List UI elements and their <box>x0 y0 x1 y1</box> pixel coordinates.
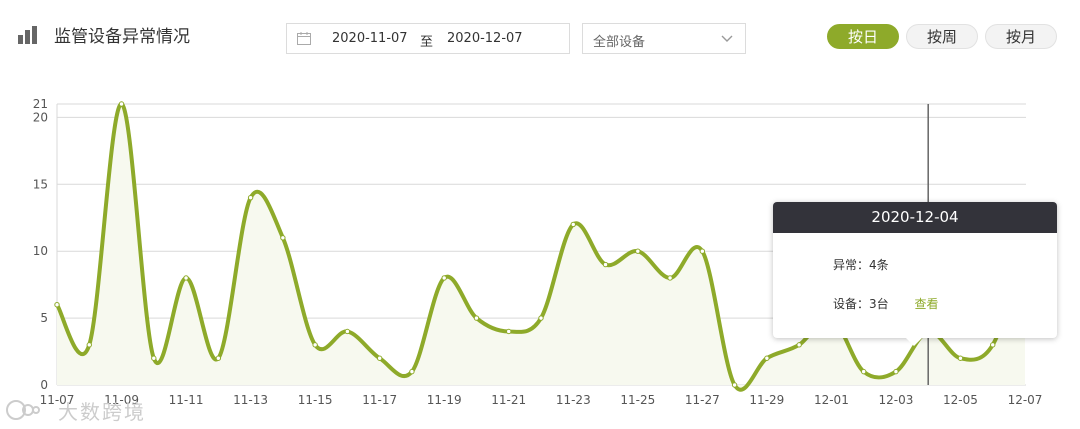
x-tick-label: 12-03 <box>878 393 913 407</box>
data-point <box>441 275 447 281</box>
x-tick-label: 12-05 <box>943 393 978 407</box>
data-point <box>247 194 254 201</box>
x-tick-label: 11-17 <box>362 393 397 407</box>
tooltip-device-row: 设备：3台 查看 <box>833 295 939 312</box>
data-point <box>860 368 867 375</box>
data-point <box>215 355 222 361</box>
x-tick-label: 11-21 <box>491 393 526 407</box>
data-point <box>344 328 351 335</box>
data-point <box>764 355 770 361</box>
tooltip-anomaly-row: 异常：4条 <box>833 256 889 273</box>
tooltip-anomaly-value: 4条 <box>869 258 889 272</box>
data-point <box>151 355 157 361</box>
x-tick-label: 11-29 <box>749 393 784 407</box>
data-point <box>118 101 125 107</box>
data-point <box>893 368 899 375</box>
data-point <box>86 342 92 348</box>
data-point <box>409 368 415 375</box>
x-tick-label: 11-19 <box>427 393 462 407</box>
watermark: 大数跨境 <box>6 396 146 424</box>
x-tick-label: 11-27 <box>685 393 720 407</box>
tooltip-device-label: 设备： <box>833 297 870 311</box>
x-tick-label: 11-25 <box>620 393 655 407</box>
data-point <box>538 315 544 321</box>
data-point <box>957 355 964 361</box>
x-tick-label: 11-15 <box>298 393 333 407</box>
y-tick-label: 5 <box>40 311 48 325</box>
view-details-link[interactable]: 查看 <box>914 297 938 311</box>
watermark-text: 大数跨境 <box>58 400 146 424</box>
data-point <box>54 302 60 308</box>
tooltip-anomaly-label: 异常： <box>833 258 870 272</box>
tooltip-date: 2020-12-04 <box>773 202 1057 233</box>
data-point <box>990 342 996 348</box>
y-tick-label: 21 <box>33 97 48 111</box>
x-tick-label: 12-07 <box>1008 393 1043 407</box>
data-point <box>312 342 318 348</box>
y-tick-label: 0 <box>40 378 48 392</box>
data-point <box>183 275 189 281</box>
data-point <box>376 355 383 361</box>
data-point <box>667 275 673 281</box>
x-tick-label: 11-23 <box>556 393 591 407</box>
logo-icon <box>6 400 40 420</box>
data-point <box>473 315 480 321</box>
tooltip-device-value: 3台 <box>869 297 889 311</box>
chart-tooltip: 2020-12-04 异常：4条 设备：3台 查看 <box>773 202 1057 346</box>
data-point <box>731 382 738 388</box>
data-point <box>699 248 706 254</box>
data-point <box>796 342 802 348</box>
x-tick-label: 11-13 <box>233 393 268 407</box>
x-tick-label: 11-11 <box>169 393 204 407</box>
y-tick-label: 20 <box>33 110 48 124</box>
data-point <box>602 261 609 268</box>
x-tick-label: 12-01 <box>814 393 849 407</box>
tooltip-arrow <box>906 338 922 346</box>
y-tick-label: 15 <box>33 177 48 191</box>
data-point <box>570 221 576 228</box>
y-tick-label: 10 <box>33 244 48 258</box>
data-point <box>506 328 512 335</box>
data-point <box>280 235 286 241</box>
data-point <box>635 248 641 254</box>
